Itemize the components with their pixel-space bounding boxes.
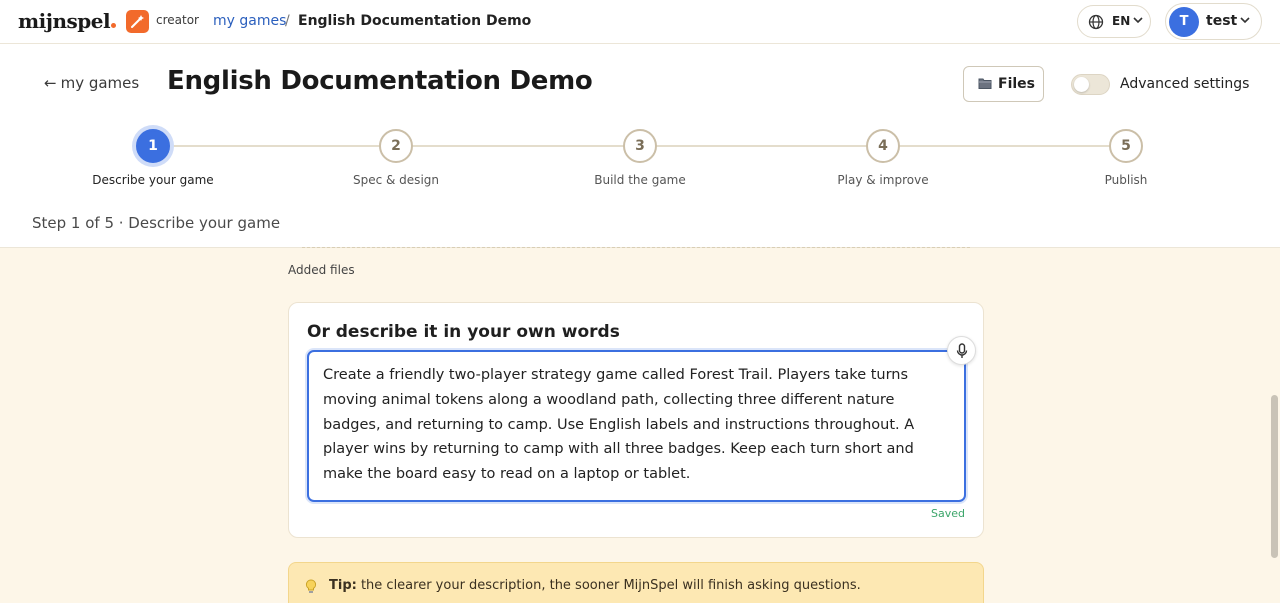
advanced-settings-label: Advanced settings xyxy=(1120,76,1250,92)
folder-icon xyxy=(978,78,992,89)
step-number: 4 xyxy=(866,129,900,163)
logo[interactable]: mijnspel xyxy=(18,9,117,33)
step-label: Build the game xyxy=(594,173,686,187)
step-number: 3 xyxy=(623,129,657,163)
scrollbar-thumb[interactable] xyxy=(1271,395,1278,558)
user-menu[interactable]: T test xyxy=(1165,3,1262,40)
tip-banner: Tip: the clearer your description, the s… xyxy=(288,562,984,603)
step-number: 1 xyxy=(136,129,170,163)
breadcrumb-separator: / xyxy=(285,13,290,29)
files-button[interactable]: Files xyxy=(963,66,1044,102)
step-play-improve[interactable]: 4 Play & improve xyxy=(793,129,973,187)
description-card: Or describe it in your own words Create … xyxy=(288,302,984,538)
globe-icon xyxy=(1088,14,1104,30)
description-textarea[interactable]: Create a friendly two-player strategy ga… xyxy=(307,350,966,502)
user-name: test xyxy=(1206,13,1238,29)
arrow-left-icon: ← xyxy=(44,74,57,92)
step-spec-design[interactable]: 2 Spec & design xyxy=(306,129,486,187)
avatar: T xyxy=(1169,7,1199,37)
creator-label: creator xyxy=(156,13,199,27)
step-label: Describe your game xyxy=(92,173,214,187)
saved-status: Saved xyxy=(931,507,965,520)
logo-text: mijnspel xyxy=(18,9,111,33)
step-number: 5 xyxy=(1109,129,1143,163)
step-publish[interactable]: 5 Publish xyxy=(1036,129,1216,187)
toggle-knob xyxy=(1074,77,1089,92)
tip-text: Tip: the clearer your description, the s… xyxy=(329,578,861,593)
voice-input-button[interactable] xyxy=(947,336,976,365)
tip-label: Tip: xyxy=(329,578,357,593)
step-label: Publish xyxy=(1104,173,1148,187)
step-label: Spec & design xyxy=(352,173,439,187)
language-code: EN xyxy=(1112,14,1131,28)
breadcrumb-current: English Documentation Demo xyxy=(298,13,532,29)
advanced-settings-toggle[interactable] xyxy=(1071,74,1110,95)
microphone-icon xyxy=(956,343,968,358)
language-selector[interactable]: EN xyxy=(1077,5,1151,38)
logo-dot xyxy=(111,23,117,28)
breadcrumb-my-games-link[interactable]: my games xyxy=(213,13,286,29)
chevron-down-icon xyxy=(1240,17,1250,24)
lightbulb-icon xyxy=(305,579,317,593)
step-label: Play & improve xyxy=(837,173,929,187)
step-build[interactable]: 3 Build the game xyxy=(550,129,730,187)
added-files-label: Added files xyxy=(288,263,355,277)
tip-message: the clearer your description, the sooner… xyxy=(356,578,861,593)
creator-wand-icon xyxy=(126,10,149,33)
back-link-label: my games xyxy=(60,74,140,92)
step-number: 2 xyxy=(379,129,413,163)
back-to-my-games-link[interactable]: ← my games xyxy=(44,74,139,92)
dropzone-divider xyxy=(302,247,970,248)
files-button-label: Files xyxy=(998,76,1035,92)
page-title: English Documentation Demo xyxy=(167,66,593,96)
step-describe[interactable]: 1 Describe your game xyxy=(63,129,243,187)
step-status: Step 1 of 5 · Describe your game xyxy=(32,214,281,232)
top-bar: mijnspel creator my games / English Docu… xyxy=(0,0,1280,44)
chevron-down-icon xyxy=(1133,17,1143,24)
page-header: ← my games English Documentation Demo Fil… xyxy=(0,44,1280,248)
card-title: Or describe it in your own words xyxy=(307,322,620,342)
